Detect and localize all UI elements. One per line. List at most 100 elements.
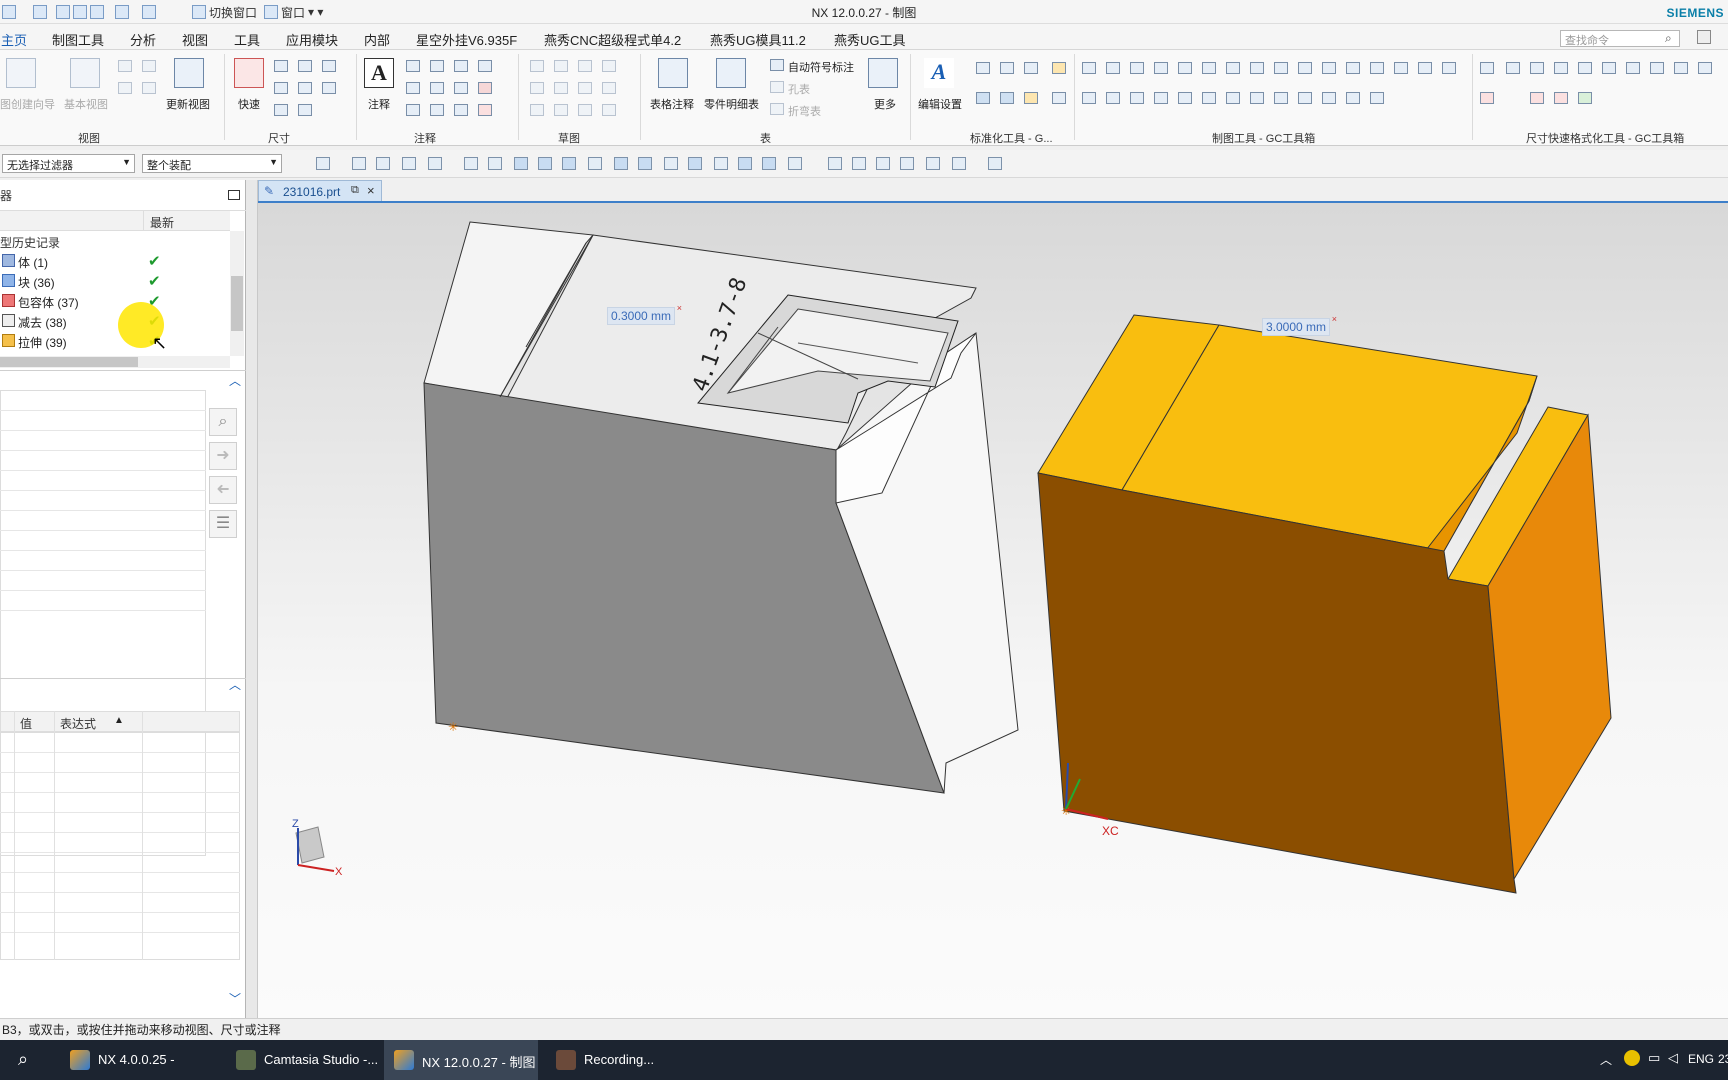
- fmt-tool-6-icon[interactable]: [1602, 62, 1616, 74]
- gc-tool-4-icon[interactable]: [1154, 62, 1168, 74]
- snap-quadrant-icon[interactable]: [714, 157, 728, 170]
- tab-yanxiu-mold[interactable]: 燕秀UG模具11.2: [710, 30, 806, 49]
- tree-scrollbar-thumb[interactable]: [231, 276, 243, 331]
- thickness-dim-icon[interactable]: [298, 82, 312, 94]
- snap-intersect-icon[interactable]: [788, 157, 802, 170]
- taskbar-item-nx12[interactable]: NX 12.0.0.27 - 制图: [384, 1040, 538, 1080]
- section-view-icon[interactable]: [118, 82, 132, 94]
- gc-tool-11-icon[interactable]: [1322, 62, 1336, 74]
- gc-tool-21-icon[interactable]: [1178, 92, 1192, 104]
- model-history-node[interactable]: 型历史记录: [0, 234, 60, 251]
- selection-tool-5-icon[interactable]: [428, 157, 442, 170]
- gc-tool-14-icon[interactable]: [1394, 62, 1408, 74]
- linear-dim-icon[interactable]: [274, 60, 288, 72]
- input-language[interactable]: ENG: [1688, 1052, 1714, 1066]
- gc-tool-26-icon[interactable]: [1298, 92, 1312, 104]
- sketch-profile-icon[interactable]: [530, 60, 544, 72]
- snap-spline-icon[interactable]: [614, 157, 628, 170]
- feature-control-icon[interactable]: [406, 60, 420, 72]
- gc-tool-29-icon[interactable]: [1370, 92, 1384, 104]
- snap-center-icon[interactable]: [688, 157, 702, 170]
- gc-tool-12-icon[interactable]: [1346, 62, 1360, 74]
- arc-length-dim-icon[interactable]: [322, 82, 336, 94]
- snap-wave-icon[interactable]: [638, 157, 652, 170]
- tree-item-body[interactable]: 体 (1) ✔: [0, 251, 230, 271]
- sketch-arc-icon[interactable]: [602, 60, 616, 72]
- fmt-tool-2-icon[interactable]: [1506, 62, 1520, 74]
- view-tool-3-icon[interactable]: [876, 157, 890, 170]
- column-latest-header[interactable]: 最新: [150, 214, 174, 231]
- gc-tool-20-icon[interactable]: [1154, 92, 1168, 104]
- std-tool-5-icon[interactable]: [976, 92, 990, 104]
- snap-tangent-icon[interactable]: [762, 157, 776, 170]
- tab-view[interactable]: 视图: [182, 30, 208, 49]
- std-tool-6-icon[interactable]: [1000, 92, 1014, 104]
- collapse-icon[interactable]: ︿: [229, 676, 241, 693]
- taskbar-item-recording[interactable]: Recording...: [546, 1040, 686, 1080]
- angular-dim-icon[interactable]: [322, 60, 336, 72]
- snap-midpoint-icon[interactable]: [538, 157, 552, 170]
- gc-tool-8-icon[interactable]: [1250, 62, 1264, 74]
- table-note-icon[interactable]: [658, 58, 688, 88]
- gc-tool-24-icon[interactable]: [1250, 92, 1264, 104]
- gc-tool-2-icon[interactable]: [1106, 62, 1120, 74]
- gc-tool-25-icon[interactable]: [1274, 92, 1288, 104]
- chamfer-dim-icon[interactable]: [274, 82, 288, 94]
- selection-tool-6-icon[interactable]: [464, 157, 478, 170]
- sketch-extend-icon[interactable]: [602, 104, 616, 116]
- image-icon[interactable]: [430, 104, 444, 116]
- tab-home[interactable]: 主页: [1, 30, 27, 49]
- back-arrow-icon[interactable]: ➜: [209, 476, 237, 504]
- tab-yanxiu-tools[interactable]: 燕秀UG工具: [834, 30, 906, 49]
- tab-internal[interactable]: 内部: [364, 30, 390, 49]
- sketch-point-icon[interactable]: [554, 82, 568, 94]
- gc-tool-15-icon[interactable]: [1418, 62, 1432, 74]
- snap-line-icon[interactable]: [562, 157, 576, 170]
- tree-item-block[interactable]: 块 (36) ✔: [0, 271, 230, 291]
- break-view-icon[interactable]: [142, 82, 156, 94]
- tree-hscrollbar-thumb[interactable]: [0, 357, 138, 367]
- fmt-tool-4-icon[interactable]: [1554, 62, 1568, 74]
- chevron-up-icon[interactable]: ︿: [1600, 1051, 1612, 1068]
- gc-tool-9-icon[interactable]: [1274, 62, 1288, 74]
- expression-col-expression[interactable]: 表达式: [60, 715, 96, 732]
- hole-table-icon[interactable]: [770, 81, 784, 93]
- selection-tool-1-icon[interactable]: [316, 157, 330, 170]
- target-point-icon[interactable]: [478, 60, 492, 72]
- fmt-tool-1-icon[interactable]: [1480, 62, 1494, 74]
- fmt-tool-13-icon[interactable]: [1554, 92, 1568, 104]
- ribbon-options-icon[interactable]: [1697, 30, 1711, 44]
- gc-tool-17-icon[interactable]: [1082, 92, 1096, 104]
- radial-dim-icon[interactable]: [298, 60, 312, 72]
- gc-tool-19-icon[interactable]: [1130, 92, 1144, 104]
- list-view-icon[interactable]: ☰: [209, 510, 237, 538]
- sketch-ellipse-icon[interactable]: [530, 104, 544, 116]
- taskbar-item-nx4[interactable]: NX 4.0.0.25 -: [60, 1040, 200, 1080]
- network-icon[interactable]: ▭: [1648, 1050, 1660, 1066]
- note-icon[interactable]: A: [364, 58, 394, 88]
- document-tab[interactable]: ✎ 231016.prt ⧉ ×: [258, 180, 382, 202]
- sketch-polygon-icon[interactable]: [602, 82, 616, 94]
- gc-tool-1-icon[interactable]: [1082, 62, 1096, 74]
- selection-tool-2-icon[interactable]: [352, 157, 366, 170]
- update-view-icon[interactable]: [174, 58, 204, 88]
- snap-endpoint-icon[interactable]: [514, 157, 528, 170]
- close-icon[interactable]: ×: [367, 183, 375, 198]
- quick-dimension-icon[interactable]: [234, 58, 264, 88]
- tab-tools[interactable]: 工具: [234, 30, 260, 49]
- view-tool-5-icon[interactable]: [926, 157, 940, 170]
- weld-symbol-icon[interactable]: [430, 82, 444, 94]
- sketch-circle-icon[interactable]: [530, 82, 544, 94]
- remove-dimension-icon[interactable]: ×: [677, 303, 682, 313]
- more-icon[interactable]: [868, 58, 898, 88]
- gc-tool-27-icon[interactable]: [1322, 92, 1336, 104]
- selection-tool-7-icon[interactable]: [488, 157, 502, 170]
- tree-item-subtract[interactable]: 减去 (38) ✔: [0, 311, 230, 331]
- parts-list-icon[interactable]: [716, 58, 746, 88]
- fmt-tool-11-icon[interactable]: [1480, 92, 1494, 104]
- snap-perp-icon[interactable]: [664, 157, 678, 170]
- edit-settings-icon[interactable]: A: [924, 58, 954, 88]
- id-symbol-icon[interactable]: [454, 60, 468, 72]
- search-icon[interactable]: ⌕: [18, 1049, 28, 1070]
- gc-tool-13-icon[interactable]: [1370, 62, 1384, 74]
